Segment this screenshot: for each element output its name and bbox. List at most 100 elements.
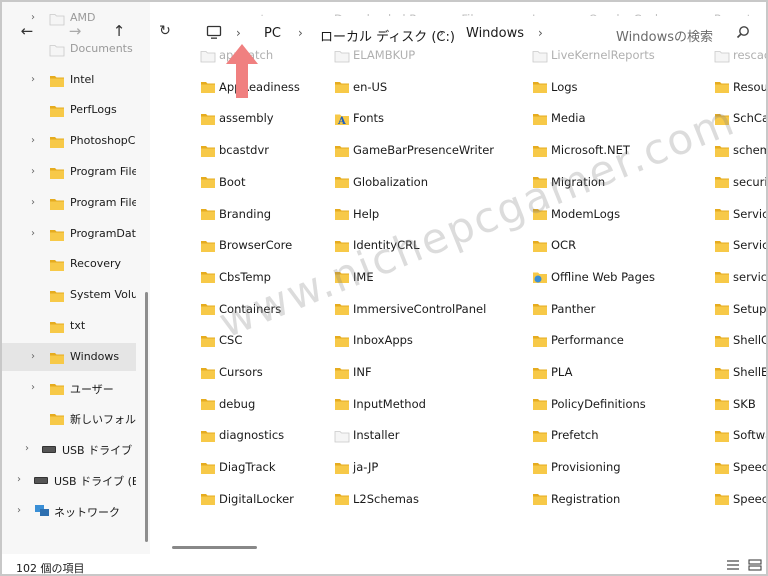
- folder-item[interactable]: Offline Web Pages: [532, 266, 655, 288]
- folder-item[interactable]: GameBarPresenceWriter: [334, 139, 494, 161]
- folder-item[interactable]: Resources: [714, 76, 766, 98]
- folder-item[interactable]: Boot: [200, 171, 245, 193]
- sidebar-item[interactable]: › Windows: [2, 342, 136, 371]
- chevron-right-icon[interactable]: ›: [22, 444, 32, 454]
- sidebar-item[interactable]: › ユーザー: [2, 374, 136, 402]
- sidebar-item-label: ProgramData: [70, 226, 136, 240]
- folder-item[interactable]: ServiceState: [714, 234, 766, 256]
- refresh-icon[interactable]: ↻: [154, 20, 176, 42]
- folder-item[interactable]: Media: [532, 107, 586, 129]
- sidebar-item[interactable]: › ProgramData: [2, 220, 136, 248]
- folder-item[interactable]: Provisioning: [532, 456, 621, 478]
- folder-item[interactable]: ShellExperiences: [714, 361, 766, 383]
- folder-item[interactable]: L2Schemas: [334, 488, 419, 510]
- folder-item[interactable]: Speech_OneCore: [714, 488, 766, 510]
- folder-item[interactable]: PolicyDefinitions: [532, 393, 646, 415]
- folder-item[interactable]: InboxApps: [334, 329, 413, 351]
- folder-item[interactable]: Globalization: [334, 171, 428, 193]
- folder-item[interactable]: PLA: [532, 361, 572, 383]
- chevron-right-icon[interactable]: ›: [28, 13, 38, 23]
- chevron-right-icon[interactable]: ›: [28, 136, 38, 146]
- sidebar-item[interactable]: Recovery: [2, 250, 136, 278]
- folder-item[interactable]: InputMethod: [334, 393, 426, 415]
- folder-item[interactable]: SoftwareDistribution: [714, 424, 766, 446]
- folder-item[interactable]: Speech: [714, 456, 766, 478]
- folder-item[interactable]: Panther: [532, 298, 595, 320]
- sidebar-scrollbar[interactable]: [145, 292, 148, 542]
- folder-item[interactable]: Setup: [714, 298, 766, 320]
- sidebar-item[interactable]: txt: [2, 312, 136, 340]
- folder-item[interactable]: DigitalLocker: [200, 488, 294, 510]
- folder-item[interactable]: SKB: [714, 393, 756, 415]
- sidebar-drive[interactable]: › USB ドライブ (E:): [2, 466, 136, 494]
- folder-item[interactable]: INF: [334, 361, 372, 383]
- sidebar-item[interactable]: › Program Files: [2, 189, 136, 217]
- folder-item[interactable]: assembly: [200, 107, 274, 129]
- folder-item[interactable]: A Fonts: [334, 107, 384, 129]
- sidebar-item[interactable]: › AMD: [2, 4, 136, 32]
- sidebar-drive[interactable]: › USB ドライブ (E:): [2, 435, 136, 463]
- folder-item[interactable]: Performance: [532, 329, 624, 351]
- tiles-view-icon[interactable]: [748, 559, 762, 571]
- folder-item[interactable]: AppReadiness: [200, 76, 300, 98]
- horizontal-scrollbar[interactable]: [172, 546, 257, 549]
- folder-item[interactable]: ShellComponents: [714, 329, 766, 351]
- folder-item[interactable]: ServiceProfiles: [714, 203, 766, 225]
- folder-item[interactable]: DiagTrack: [200, 456, 276, 478]
- folder-item[interactable]: SchCache: [714, 107, 766, 129]
- folder-icon: [200, 49, 216, 62]
- chevron-right-icon[interactable]: ›: [28, 167, 38, 177]
- breadcrumb-pc[interactable]: PC: [264, 26, 281, 41]
- chevron-right-icon[interactable]: ›: [28, 228, 38, 239]
- breadcrumb-local-disk[interactable]: ローカル ディスク (C:): [320, 26, 455, 45]
- chevron-right-icon[interactable]: ›: [28, 351, 38, 362]
- folder-item[interactable]: diagnostics: [200, 424, 284, 446]
- folder-item[interactable]: ModemLogs: [532, 203, 620, 225]
- folder-item[interactable]: en-US: [334, 76, 387, 98]
- folder-icon: [532, 302, 548, 316]
- folder-item[interactable]: Branding: [200, 203, 271, 225]
- folder-item[interactable]: debug: [200, 393, 255, 415]
- chevron-right-icon[interactable]: ›: [14, 475, 24, 485]
- sidebar-item[interactable]: Documents a: [2, 35, 136, 63]
- folder-item[interactable]: IdentityCRL: [334, 234, 420, 256]
- folder-item[interactable]: Prefetch: [532, 424, 599, 446]
- breadcrumb-separator: ›: [298, 26, 303, 40]
- computer-icon[interactable]: [206, 25, 224, 41]
- folder-item[interactable]: ImmersiveControlPanel: [334, 298, 486, 320]
- chevron-right-icon[interactable]: ›: [28, 74, 38, 85]
- folder-item[interactable]: Installer: [334, 424, 399, 446]
- folder-item[interactable]: bcastdvr: [200, 139, 269, 161]
- folder-label: ModemLogs: [551, 206, 621, 221]
- folder-item[interactable]: Registration: [532, 488, 620, 510]
- chevron-right-icon[interactable]: ›: [28, 197, 38, 208]
- sidebar-item[interactable]: PerfLogs: [2, 96, 136, 124]
- chevron-right-icon[interactable]: ›: [14, 505, 24, 516]
- chevron-right-icon[interactable]: ›: [28, 382, 38, 393]
- sidebar-item[interactable]: 新しいフォルダー: [2, 404, 136, 432]
- folder-item[interactable]: CSC: [200, 329, 242, 351]
- folder-item[interactable]: CbsTemp: [200, 266, 271, 288]
- folder-item[interactable]: Containers: [200, 298, 281, 320]
- sidebar-item[interactable]: › Intel: [2, 66, 136, 94]
- sidebar-item[interactable]: › Program Files: [2, 158, 136, 186]
- folder-item[interactable]: Help: [334, 203, 379, 225]
- folder-item[interactable]: Migration: [532, 171, 605, 193]
- details-view-icon[interactable]: [726, 559, 740, 571]
- search-icon[interactable]: [736, 25, 752, 41]
- folder-item[interactable]: servicing: [714, 266, 766, 288]
- search-input[interactable]: Windowsの検索: [616, 26, 713, 45]
- folder-item[interactable]: Logs: [532, 76, 578, 98]
- folder-item[interactable]: BrowserCore: [200, 234, 292, 256]
- folder-item[interactable]: schemas: [714, 139, 766, 161]
- sidebar-item[interactable]: › PhotoshopCS: [2, 127, 136, 155]
- sidebar-network[interactable]: › ネットワーク: [2, 497, 136, 525]
- folder-item[interactable]: IME: [334, 266, 374, 288]
- folder-item[interactable]: Microsoft.NET: [532, 139, 630, 161]
- folder-item[interactable]: OCR: [532, 234, 576, 256]
- folder-item[interactable]: ja-JP: [334, 456, 378, 478]
- folder-item[interactable]: security: [714, 171, 766, 193]
- breadcrumb-windows[interactable]: Windows: [466, 26, 524, 41]
- sidebar-item[interactable]: System Volum: [2, 281, 136, 309]
- folder-item[interactable]: Cursors: [200, 361, 263, 383]
